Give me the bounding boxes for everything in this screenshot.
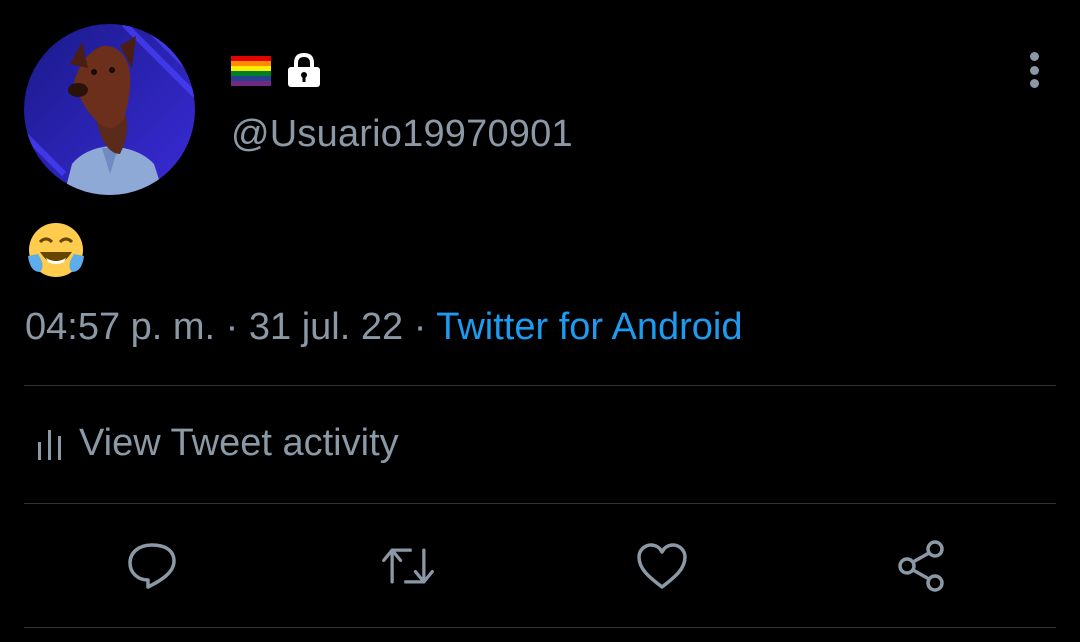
- view-tweet-activity-button[interactable]: View Tweet activity: [37, 420, 399, 466]
- share-button[interactable]: [894, 538, 950, 594]
- share-icon: [898, 540, 944, 592]
- user-handle[interactable]: @Usuario19970901: [231, 112, 573, 156]
- avatar[interactable]: [24, 24, 195, 195]
- tweet-source-link[interactable]: Twitter for Android: [436, 306, 742, 348]
- tweet-meta: 04:57 p. m. · 31 jul. 22 · Twitter for A…: [25, 304, 742, 350]
- meta-separator: ·: [403, 306, 437, 348]
- meta-separator: ·: [215, 306, 249, 348]
- retweet-button[interactable]: [380, 538, 436, 594]
- tweet-date: 31 jul. 22: [248, 306, 404, 348]
- divider: [24, 385, 1056, 386]
- more-vertical-icon: [1029, 52, 1039, 61]
- tweet-time: 04:57 p. m.: [25, 306, 216, 348]
- like-button[interactable]: [634, 538, 690, 594]
- lock-icon: [286, 52, 322, 88]
- more-options-button[interactable]: [1014, 48, 1054, 92]
- heart-icon: [637, 543, 687, 589]
- reply-icon: [128, 543, 176, 589]
- laughing-emoji-icon: [28, 223, 84, 277]
- tweet-text: 😂: [26, 220, 88, 280]
- rainbow-flag-icon: [231, 56, 271, 86]
- view-tweet-activity-label: View Tweet activity: [79, 422, 399, 464]
- bar-chart-icon: [38, 430, 61, 460]
- divider: [24, 503, 1056, 504]
- retweet-icon: [382, 548, 434, 584]
- reply-button[interactable]: [124, 538, 180, 594]
- divider: [24, 627, 1056, 628]
